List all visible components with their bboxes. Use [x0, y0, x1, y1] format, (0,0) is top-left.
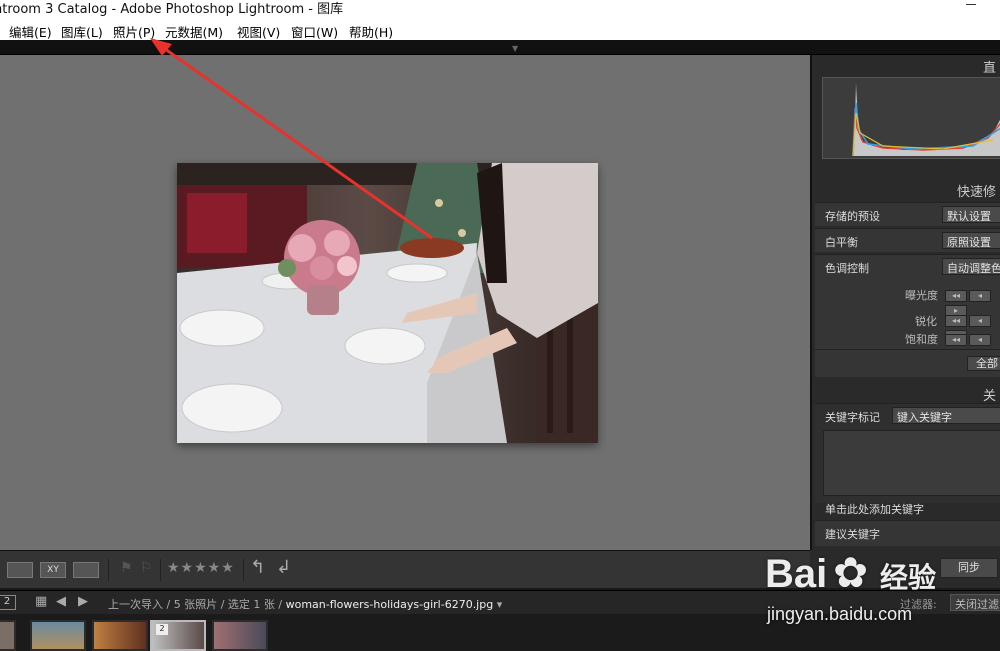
star-rating[interactable]: ★★★★★ — [167, 560, 235, 576]
tone-control-label: 色调控制 — [825, 262, 869, 275]
white-balance-row: 白平衡 原照设置 — [815, 228, 1000, 252]
forward-arrow-icon[interactable]: ▶ — [78, 594, 88, 609]
loupe-view-button[interactable] — [7, 562, 33, 578]
saturation-steppers[interactable]: ◂◂◂▸ — [945, 331, 1000, 361]
sharpen-label: 锐化 — [915, 315, 937, 328]
saturation-label: 饱和度 — [905, 333, 938, 346]
watermark-cn: 经验 — [880, 561, 937, 594]
rotate-right-icon[interactable]: ↲ — [276, 557, 291, 578]
keyword-tags-label: 关键字标记 — [825, 411, 880, 424]
saved-preset-label: 存储的预设 — [825, 210, 880, 223]
keyword-tags-dropdown[interactable]: 键入关键字 — [892, 407, 1000, 424]
auto-tone-button[interactable]: 自动调整色 — [942, 258, 1000, 275]
histogram-header[interactable]: 直 — [983, 57, 996, 76]
keyword-textarea[interactable] — [823, 430, 1000, 496]
paw-icon: ✿ — [833, 548, 869, 597]
click-to-add-keyword[interactable]: 单击此处添加关键字 — [825, 501, 924, 517]
filmstrip-thumb[interactable] — [212, 620, 268, 651]
thumb-index-badge: 2 — [156, 624, 168, 635]
filmstrip-thumb-selected[interactable]: 2 — [150, 620, 206, 651]
secondary-window-button[interactable]: 2 — [0, 595, 16, 610]
watermark: Bai ✿ 经验 jingyan.baidu.com — [755, 542, 1000, 651]
menu-library[interactable]: 图库(L) — [61, 22, 103, 41]
right-panel: 直 快速修 存储的预设 默认设置 白平衡 原照设置 色调控制 自动调整色 曝光度… — [810, 55, 1000, 550]
exposure-label: 曝光度 — [905, 289, 938, 302]
filmstrip-thumb[interactable] — [92, 620, 148, 651]
sharpen-steppers[interactable]: ◂◂◂▸ — [945, 312, 1000, 342]
reject-flag-icon[interactable]: ⚐ — [140, 560, 153, 576]
collapse-grip-icon[interactable]: ▼ — [512, 44, 518, 53]
filmstrip-thumb[interactable] — [30, 620, 86, 651]
title-bar: htroom 3 Catalog - Adobe Photoshop Light… — [0, 0, 1000, 18]
quick-develop-header[interactable]: 快速修 — [957, 181, 996, 200]
all-row: 全部 — [815, 349, 1000, 377]
loupe-viewer[interactable] — [0, 55, 810, 550]
menu-edit[interactable]: 编辑(E) — [9, 22, 52, 41]
tone-control-row: 色调控制 自动调整色 曝光度 ◂◂◂▸ 锐化 ◂◂◂▸ 饱和度 ◂◂◂▸ — [815, 254, 1000, 361]
filmstrip-thumb[interactable] — [0, 620, 16, 651]
menu-bar: 编辑(E) 图库(L) 照片(P) 元数据(M) 视图(V) 窗口(W) 帮助(… — [0, 18, 1000, 40]
menu-help[interactable]: 帮助(H) — [349, 22, 393, 41]
menu-window[interactable]: 窗口(W) — [291, 22, 338, 41]
saved-preset-dropdown[interactable]: 默认设置 — [942, 206, 1000, 223]
keyword-section: 关键字标记 键入关键字 单击此处添加关键字 — [815, 403, 1000, 516]
survey-view-button[interactable] — [73, 562, 99, 578]
saved-preset-row: 存储的预设 默认设置 — [815, 202, 1000, 226]
current-filename: woman-flowers-holidays-girl-6270.jpg — [285, 598, 494, 611]
chevron-down-icon[interactable]: ▾ — [497, 598, 503, 611]
rotate-left-icon[interactable]: ↰ — [250, 557, 265, 578]
menu-photo[interactable]: 照片(P) — [113, 22, 155, 41]
white-balance-label: 白平衡 — [825, 236, 858, 249]
back-arrow-icon[interactable]: ◀ — [56, 594, 66, 609]
photo-image — [177, 163, 598, 443]
keyword-header[interactable]: 关 — [983, 385, 996, 404]
reset-all-button[interactable]: 全部 — [967, 356, 1000, 371]
grid-view-icon[interactable]: ▦ — [35, 594, 47, 609]
window-title: htroom 3 Catalog - Adobe Photoshop Light… — [0, 2, 344, 17]
toolbar: XY ⚑ ⚐ ★★★★★ ↰ ↲ — [0, 550, 810, 588]
histogram — [822, 77, 1000, 159]
exposure-steppers[interactable]: ◂◂ ◂▸ — [945, 287, 1000, 317]
suggested-keywords-label: 建议关键字 — [825, 528, 880, 541]
white-balance-dropdown[interactable]: 原照设置 — [942, 232, 1000, 249]
top-panel-toggle[interactable]: ▼ — [0, 40, 1000, 55]
flag-icon[interactable]: ⚑ — [120, 560, 133, 576]
breadcrumb-path: 上一次导入 / 5 张照片 / 选定 1 张 / — [108, 598, 286, 611]
source-breadcrumb[interactable]: 上一次导入 / 5 张照片 / 选定 1 张 / woman-flowers-h… — [108, 596, 502, 612]
menu-metadata[interactable]: 元数据(M) — [165, 22, 223, 41]
menu-view[interactable]: 视图(V) — [237, 22, 280, 41]
watermark-brand: Bai — [765, 552, 828, 596]
watermark-url: jingyan.baidu.com — [767, 604, 913, 624]
minimize-button[interactable] — [966, 4, 976, 5]
photo-preview[interactable] — [177, 163, 598, 443]
compare-view-button[interactable]: XY — [40, 562, 66, 578]
